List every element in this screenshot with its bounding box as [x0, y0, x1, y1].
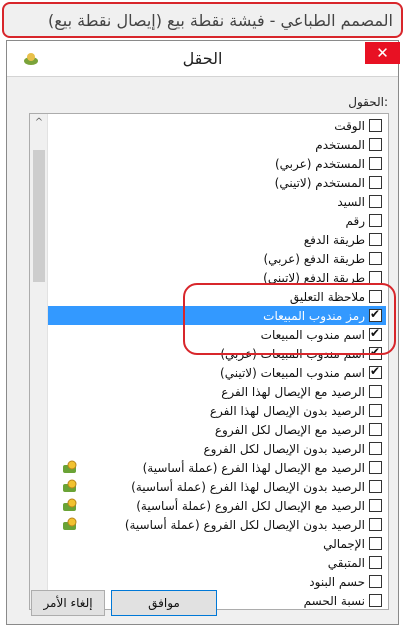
- field-row[interactable]: الرصيد بدون الإيصال لهذا الفرع: [48, 401, 386, 420]
- dialog-footer: موافق إلغاء الأمر: [7, 578, 398, 624]
- field-row[interactable]: الرصيد مع الإيصال لكل الفروع: [48, 420, 386, 439]
- field-checkbox[interactable]: [369, 195, 382, 208]
- field-label: الرصيد بدون الإيصال لكل الفروع (عملة أسا…: [124, 517, 365, 532]
- field-label: الرصيد مع الإيصال لكل الفروع: [214, 422, 365, 437]
- field-checkbox[interactable]: [369, 326, 382, 341]
- field-row[interactable]: الرصيد بدون الإيصال لكل الفروع: [48, 439, 386, 458]
- field-row[interactable]: طريقة الدفع: [48, 230, 386, 249]
- field-checkbox[interactable]: [369, 423, 382, 436]
- currency-icon: [63, 479, 77, 492]
- scroll-thumb[interactable]: [33, 150, 45, 282]
- field-label: الرصيد بدون الإيصال لكل الفروع: [203, 441, 365, 456]
- field-checkbox[interactable]: [369, 499, 382, 512]
- field-label: المستخدم (لاتيني): [274, 175, 365, 190]
- field-checkbox[interactable]: [369, 442, 382, 455]
- field-row[interactable]: الإجمالي: [48, 534, 386, 553]
- field-row[interactable]: الرصيد بدون الإيصال لكل الفروع (عملة أسا…: [48, 515, 386, 534]
- field-row[interactable]: اسم مندوب المبيعات (عربي): [48, 344, 386, 363]
- field-checkbox[interactable]: [369, 537, 382, 550]
- field-checkbox[interactable]: [369, 404, 382, 417]
- field-label: الرصيد بدون الإيصال لهذا الفرع (عملة أسا…: [131, 479, 365, 494]
- field-checkbox[interactable]: [369, 364, 382, 379]
- field-label: المستخدم: [315, 137, 365, 152]
- field-row[interactable]: المتبقي: [48, 553, 386, 572]
- field-label: السيد: [337, 194, 365, 209]
- field-label: اسم مندوب المبيعات (عربي): [220, 346, 365, 361]
- field-label: طريقة الدفع (عربي): [263, 251, 365, 266]
- field-label: طريقة الدفع (لاتيني): [263, 270, 365, 285]
- field-row[interactable]: طريقة الدفع (لاتيني): [48, 268, 386, 287]
- field-checkbox[interactable]: [369, 271, 382, 284]
- field-checkbox[interactable]: [369, 307, 382, 322]
- field-label: رمز مندوب المبيعات: [263, 308, 365, 323]
- field-row[interactable]: الرصيد مع الإيصال لهذا الفرع (عملة أساسي…: [48, 458, 386, 477]
- field-row[interactable]: الرصيد مع الإيصال لكل الفروع (عملة أساسي…: [48, 496, 386, 515]
- field-row[interactable]: رمز مندوب المبيعات: [48, 306, 386, 325]
- field-label: اسم مندوب المبيعات: [260, 327, 365, 342]
- fields-label: الحقول:: [348, 95, 388, 109]
- field-label: الرصيد مع الإيصال لهذا الفرع (عملة أساسي…: [142, 460, 365, 475]
- field-label: الإجمالي: [323, 536, 365, 551]
- dialog-title: الحقل: [182, 49, 223, 68]
- currency-icon: [63, 517, 77, 530]
- window-title-bar: المصمم الطباعي - فيشة نقطة بيع (إيصال نق…: [2, 2, 403, 38]
- field-checkbox[interactable]: [369, 518, 382, 531]
- fields-listbox[interactable]: ^ v الوقت المستخدم المستخدم (عربي) المستخدم…: [29, 113, 389, 610]
- field-row[interactable]: ملاحظة التعليق: [48, 287, 386, 306]
- field-checkbox[interactable]: [369, 461, 382, 474]
- window-title: المصمم الطباعي - فيشة نقطة بيع (إيصال نق…: [47, 10, 393, 30]
- field-label: رقم: [345, 213, 365, 228]
- field-row[interactable]: طريقة الدفع (عربي): [48, 249, 386, 268]
- field-rows: الوقت المستخدم المستخدم (عربي) المستخدم (لا…: [48, 116, 386, 610]
- field-checkbox[interactable]: [369, 233, 382, 246]
- dialog-header: الحقل ✕: [7, 41, 400, 77]
- field-checkbox[interactable]: [369, 252, 382, 265]
- field-row[interactable]: الرصيد بدون الإيصال لهذا الفرع (عملة أسا…: [48, 477, 386, 496]
- field-label: المتبقي: [327, 555, 365, 570]
- field-row[interactable]: الوقت: [48, 116, 386, 135]
- field-row[interactable]: اسم مندوب المبيعات: [48, 325, 386, 344]
- field-checkbox[interactable]: [369, 138, 382, 151]
- field-checkbox[interactable]: [369, 119, 382, 132]
- field-checkbox[interactable]: [369, 157, 382, 170]
- field-row[interactable]: المستخدم: [48, 135, 386, 154]
- field-label: الوقت: [334, 118, 365, 133]
- field-label: الرصيد مع الإيصال لكل الفروع (عملة أساسي…: [136, 498, 365, 513]
- field-row[interactable]: رقم: [48, 211, 386, 230]
- field-label: الرصيد بدون الإيصال لهذا الفرع: [209, 403, 365, 418]
- currency-icon: [63, 498, 77, 511]
- field-checkbox[interactable]: [369, 556, 382, 569]
- field-row[interactable]: المستخدم (لاتيني): [48, 173, 386, 192]
- ok-button[interactable]: موافق: [111, 590, 217, 616]
- field-checkbox[interactable]: [369, 176, 382, 189]
- scroll-up-icon[interactable]: ^: [30, 114, 48, 132]
- field-row[interactable]: السيد: [48, 192, 386, 211]
- field-row[interactable]: اسم مندوب المبيعات (لاتيني): [48, 363, 386, 382]
- field-row[interactable]: المستخدم (عربي): [48, 154, 386, 173]
- field-label: طريقة الدفع: [303, 232, 365, 247]
- field-checkbox[interactable]: [369, 480, 382, 493]
- currency-icon: [63, 460, 77, 473]
- field-label: اسم مندوب المبيعات (لاتيني): [220, 365, 365, 380]
- field-checkbox[interactable]: [369, 290, 382, 303]
- field-label: المستخدم (عربي): [274, 156, 365, 171]
- field-checkbox[interactable]: [369, 214, 382, 227]
- field-label: ملاحظة التعليق: [289, 289, 365, 304]
- field-dialog: الحقل ✕ الحقول: ^ v الوقت المستخدم المستخد…: [6, 40, 400, 625]
- field-checkbox[interactable]: [369, 385, 382, 398]
- cancel-button[interactable]: إلغاء الأمر: [31, 590, 105, 616]
- close-button[interactable]: ✕: [365, 42, 400, 64]
- vertical-scrollbar[interactable]: ^ v: [30, 114, 48, 609]
- field-row[interactable]: الرصيد مع الإيصال لهذا الفرع: [48, 382, 386, 401]
- field-checkbox[interactable]: [369, 345, 382, 360]
- field-label: الرصيد مع الإيصال لهذا الفرع: [221, 384, 365, 399]
